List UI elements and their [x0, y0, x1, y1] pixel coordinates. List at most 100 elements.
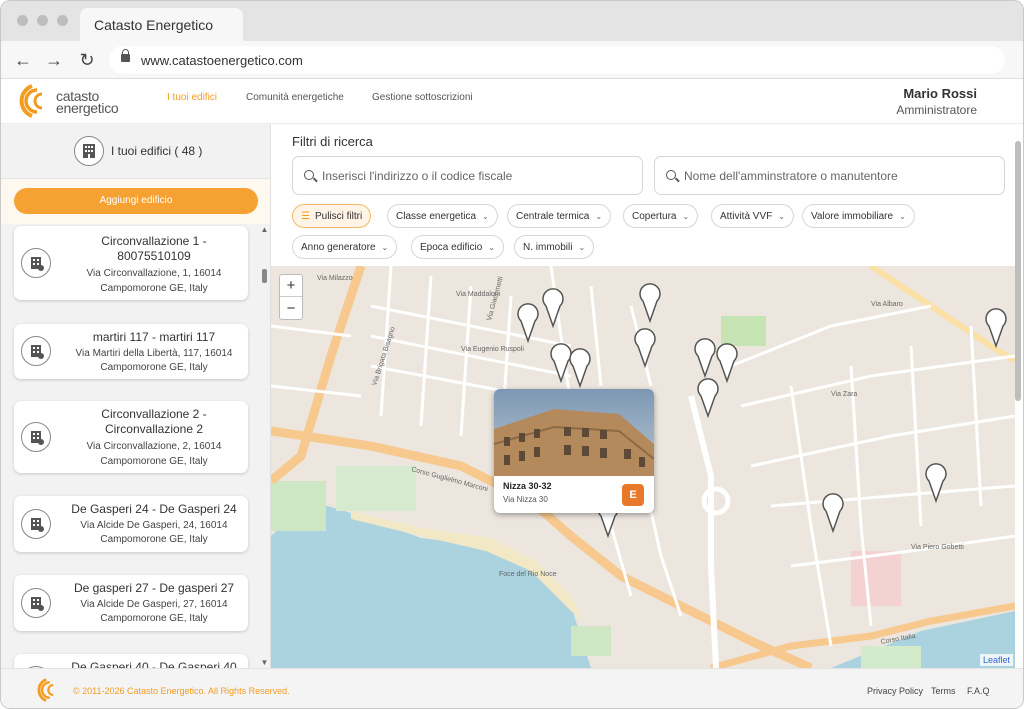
building-card[interactable]: Circonvallazione 2 - Circonvallazione 2 …	[14, 401, 248, 473]
map-label: Via Albaro	[871, 301, 903, 308]
chevron-down-icon: ⌄	[778, 212, 785, 221]
user-role: Amministratore	[896, 103, 977, 117]
forward-arrow-icon[interactable]: →	[43, 49, 65, 71]
building-card[interactable]: De gasperi 27 - De gasperi 27 Via Alcide…	[14, 575, 248, 631]
window-zoom-dot[interactable]	[57, 15, 68, 26]
privacy-policy-link[interactable]: Privacy Policy	[867, 686, 923, 696]
reload-icon[interactable]: ↻	[76, 49, 98, 71]
building-card[interactable]: Circonvallazione 1 - 80075510109 Via Cir…	[14, 226, 248, 300]
chip-label: Anno generatore	[301, 242, 376, 253]
admin-search-input[interactable]: Nome dell'amminstratore o manutentore	[654, 156, 1005, 195]
building-title: Circonvallazione 2 - Circonvallazione 2	[101, 407, 207, 436]
building-address: Via Circonvallazione, 1, 16014	[86, 268, 222, 279]
zoom-in-button[interactable]: +	[280, 275, 302, 297]
clear-filters-button[interactable]: ☰ Pulisci filtri	[292, 204, 372, 228]
building-address: Via Alcide De Gasperi, 27, 16014	[80, 599, 228, 610]
map-label: Foce del Rio Noce	[499, 571, 557, 578]
chip-roof[interactable]: Copertura ⌄	[623, 204, 699, 228]
logo-arcs-icon	[19, 84, 43, 118]
chevron-down-icon: ⌄	[381, 243, 389, 252]
map-label: Via Zara	[831, 391, 857, 398]
popup-address: Via Nizza 30	[503, 495, 548, 504]
clear-filters-label: Pulisci filtri	[314, 211, 363, 222]
nav-your-buildings[interactable]: I tuoi edifici	[167, 92, 217, 103]
buildings-list: Circonvallazione 1 - 80075510109 Via Cir…	[1, 224, 263, 668]
building-card[interactable]: martiri 117 - martiri 117 Via Martiri de…	[14, 324, 248, 379]
chip-unit-count[interactable]: N. immobili ⌄	[514, 235, 595, 259]
back-arrow-icon[interactable]: ←	[12, 49, 34, 71]
building-address: Via Alcide De Gasperi, 24, 16014	[80, 520, 228, 531]
scroll-up-icon[interactable]: ▲	[260, 225, 269, 234]
building-title: De Gasperi 24 - De Gasperi 24	[71, 502, 237, 516]
chip-generator-year[interactable]: Anno generatore ⌄	[292, 235, 398, 259]
nav-energy-communities[interactable]: Comunità energetiche	[246, 92, 344, 103]
add-building-zone: Aggiungi edificio	[1, 179, 270, 224]
window-minimize-dot[interactable]	[37, 15, 48, 26]
building-icon	[21, 248, 51, 278]
leaflet-attribution[interactable]: Leaflet	[979, 654, 1013, 666]
address-search-input[interactable]: Inserisci l'indirizzo o il codice fiscal…	[292, 156, 643, 195]
chip-label: Attività VVF	[720, 211, 773, 222]
add-building-button[interactable]: Aggiungi edificio	[14, 188, 258, 214]
popup-title: Nizza 30-32	[503, 481, 552, 491]
search-icon	[666, 170, 676, 180]
chip-energy-class[interactable]: Classe energetica ⌄	[387, 204, 498, 228]
admin-search-placeholder: Nome dell'amminstratore o manutentore	[684, 169, 898, 183]
chevron-down-icon: ⌄	[482, 212, 489, 221]
building-city: Campomorone GE, Italy	[100, 456, 208, 467]
address-bar[interactable]: www.catastoenergetico.com	[109, 46, 1005, 74]
address-search-placeholder: Inserisci l'indirizzo o il codice fiscal…	[322, 169, 513, 183]
building-card[interactable]: De Gasperi 40 - De Gasperi 40	[14, 654, 248, 668]
app-header: catasto energetico I tuoi edifici Comuni…	[1, 79, 1023, 124]
energy-class-badge: E	[622, 484, 644, 506]
building-popup[interactable]: Nizza 30-32 Via Nizza 30 E	[494, 389, 654, 513]
building-icon	[21, 422, 51, 452]
browser-tabbar: Catasto Energetico	[1, 1, 1023, 41]
buildings-icon	[74, 136, 104, 166]
browser-tab[interactable]: Catasto Energetico	[80, 8, 243, 41]
building-city: Campomorone GE, Italy	[100, 613, 208, 624]
chip-fire-activity[interactable]: Attività VVF ⌄	[711, 204, 794, 228]
chip-heating-plant[interactable]: Centrale termica ⌄	[507, 204, 612, 228]
map-label: Via Eugenio Ruspoli	[461, 346, 524, 353]
building-card[interactable]: De Gasperi 24 - De Gasperi 24 Via Alcide…	[14, 496, 248, 552]
user-name[interactable]: Mario Rossi	[903, 86, 977, 101]
browser-window: Catasto Energetico ← → ↻ www.catastoener…	[0, 0, 1024, 709]
faq-link[interactable]: F.A.Q	[967, 686, 990, 696]
terms-link[interactable]: Terms	[931, 686, 956, 696]
footer-logo-icon	[37, 678, 54, 702]
sidebar-scrollbar[interactable]	[259, 224, 270, 668]
map-view[interactable]: Via Milazzo Via Maddaloni Via Eugenio Ru…	[271, 266, 1015, 668]
chip-property-value[interactable]: Valore immobiliare ⌄	[802, 204, 915, 228]
browser-toolbar: ← → ↻ www.catastoenergetico.com	[1, 41, 1023, 79]
page-scrollbar[interactable]	[1015, 141, 1021, 401]
chevron-down-icon: ⌄	[682, 212, 690, 221]
building-icon	[21, 588, 51, 618]
chevron-down-icon: ⌄	[899, 212, 906, 221]
url-text: www.catastoenergetico.com	[141, 53, 303, 68]
zoom-out-button[interactable]: −	[280, 298, 302, 320]
sidebar-scroll-thumb[interactable]	[262, 269, 267, 283]
chevron-down-icon: ⌄	[595, 212, 603, 221]
chip-label: Centrale termica	[516, 211, 590, 222]
lock-icon	[121, 49, 130, 62]
nav-subscriptions[interactable]: Gestione sottoscrizioni	[372, 92, 473, 103]
chip-building-era[interactable]: Epoca edificio ⌄	[411, 235, 504, 259]
building-title: Circonvallazione 1 - 80075510109	[101, 234, 207, 263]
chevron-down-icon: ⌄	[488, 243, 495, 252]
building-icon	[21, 336, 51, 366]
catasto-logo[interactable]: catasto energetico	[16, 82, 136, 120]
sidebar-title: I tuoi edifici ( 48 )	[111, 144, 203, 158]
building-address: Via Martiri della Libertà, 117, 16014	[75, 348, 233, 359]
chevron-down-icon: ⌄	[578, 243, 586, 252]
zoom-control: + −	[279, 274, 303, 320]
building-icon	[21, 509, 51, 539]
chip-label: Classe energetica	[396, 211, 477, 222]
window-close-dot[interactable]	[17, 15, 28, 26]
building-city: Campomorone GE, Italy	[100, 283, 208, 294]
sidebar-header: I tuoi edifici ( 48 )	[1, 124, 270, 179]
filters-title: Filtri di ricerca	[292, 134, 373, 149]
building-address: Via Circonvallazione, 2, 16014	[86, 441, 222, 452]
scroll-down-icon[interactable]: ▼	[260, 658, 269, 667]
search-icon	[304, 170, 314, 180]
